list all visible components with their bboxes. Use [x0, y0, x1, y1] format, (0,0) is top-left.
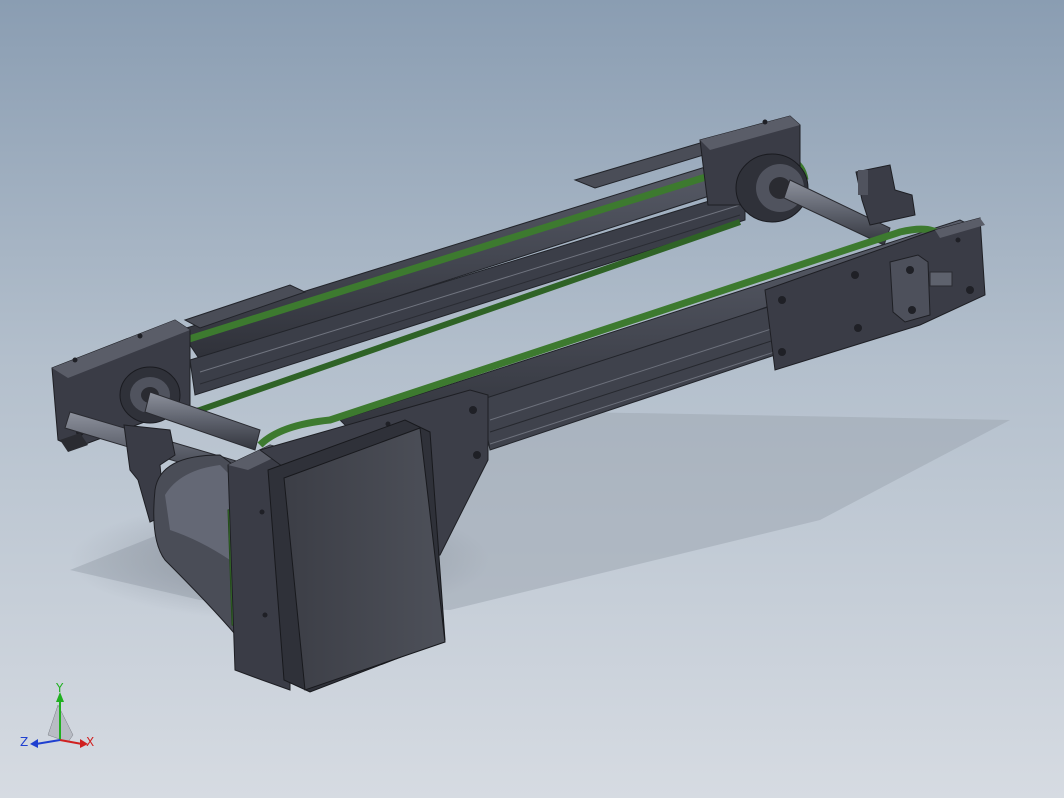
triad-x-label: X [86, 735, 94, 749]
triad-z-label: Z [20, 735, 28, 749]
coordinate-triad-icon: Y X Z [20, 681, 94, 749]
graphics-viewport[interactable]: Y X Z [0, 0, 1064, 798]
motor-gearbox-housing[interactable] [267, 419, 446, 693]
conveyor-assembly-model[interactable] [0, 0, 1064, 798]
coordinate-triad[interactable]: Y X Z [18, 680, 108, 760]
triad-y-label: Y [55, 681, 64, 695]
